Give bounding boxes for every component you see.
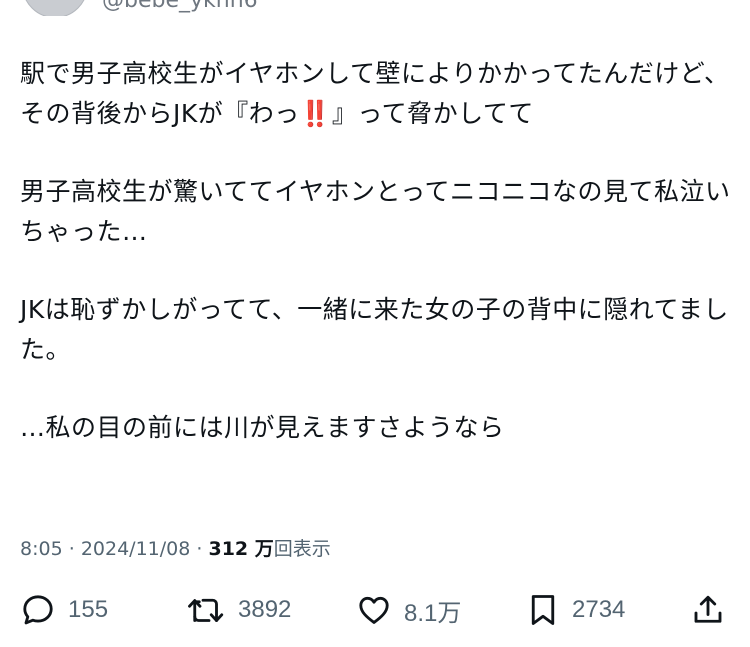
tweet-paragraph-2: 男子高校生が驚いててイヤホンとってニコニコなの見て私泣いちゃった… bbox=[20, 177, 731, 246]
views-count: 312 万 bbox=[208, 538, 274, 560]
heart-icon bbox=[359, 596, 389, 624]
tweet-paragraph-4: …私の目の前には川が見えますさようなら bbox=[20, 413, 505, 442]
author-handle[interactable]: @bebe_yknh6 bbox=[102, 0, 258, 13]
meta-separator: · bbox=[68, 538, 75, 560]
tweet-actions: 155 3892 8.1万 2734 bbox=[0, 588, 750, 632]
author-header: @bebe_yknh6 bbox=[0, 0, 750, 16]
tweet-paragraph-3: JKは恥ずかしがってて、一緒に来た女の子の背中に隠れてました。 bbox=[20, 295, 729, 364]
retweet-count: 3892 bbox=[238, 596, 292, 623]
reply-button[interactable]: 155 bbox=[20, 588, 108, 632]
bookmark-count: 2734 bbox=[572, 596, 626, 623]
like-button[interactable]: 8.1万 bbox=[356, 588, 461, 632]
reply-icon bbox=[23, 595, 53, 625]
tweet-text: 駅で男子高校生がイヤホンして壁によりかかってたんだけど、その背後からJKが『わっ… bbox=[20, 54, 732, 448]
tweet-meta: 8:05 · 2024/11/08 · 312 万回表示 bbox=[20, 534, 331, 561]
retweet-icon bbox=[188, 598, 224, 622]
bookmark-button[interactable]: 2734 bbox=[526, 588, 625, 632]
double-exclamation-emoji: ‼️ bbox=[299, 99, 331, 128]
share-icon bbox=[694, 595, 722, 623]
tweet-paragraph-1: 駅で男子高校生がイヤホンして壁によりかかってたんだけど、その背後からJKが『わっ… bbox=[20, 54, 732, 134]
retweet-button[interactable]: 3892 bbox=[186, 588, 291, 632]
tweet-text-segment: 』って脅かしてて bbox=[331, 99, 534, 128]
share-button[interactable] bbox=[690, 588, 726, 632]
tweet-date[interactable]: 2024/11/08 bbox=[81, 538, 191, 560]
views-label: 回表示 bbox=[273, 538, 331, 560]
reply-count: 155 bbox=[68, 596, 109, 623]
tweet-time[interactable]: 8:05 bbox=[20, 538, 63, 560]
avatar[interactable] bbox=[22, 0, 88, 16]
bookmark-icon bbox=[531, 595, 555, 625]
like-count: 8.1万 bbox=[404, 599, 462, 627]
meta-separator: · bbox=[196, 538, 203, 560]
